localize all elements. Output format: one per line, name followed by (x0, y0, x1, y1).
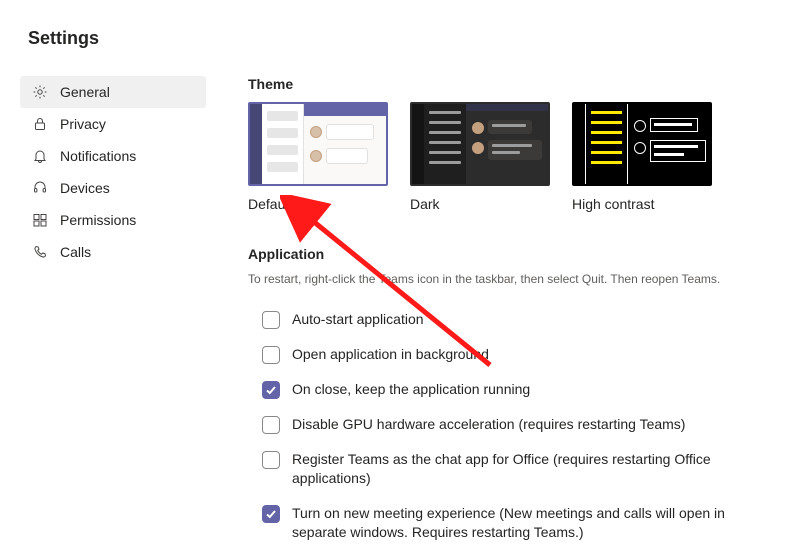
settings-content: Theme Default (218, 72, 790, 552)
headset-icon (32, 180, 48, 196)
app-option-label: On close, keep the application running (292, 380, 530, 399)
application-heading: Application (248, 246, 760, 262)
app-option-label: Open application in background (292, 345, 489, 364)
sidebar-item-label: Notifications (60, 148, 136, 164)
sidebar-item-label: Permissions (60, 212, 136, 228)
sidebar-item-privacy[interactable]: Privacy (20, 108, 206, 140)
app-option-checkbox[interactable] (262, 346, 280, 364)
application-hint: To restart, right-click the Teams icon i… (248, 272, 760, 286)
app-option-row: Turn on new meeting experience (New meet… (248, 496, 760, 550)
app-option-label: Auto-start application (292, 310, 424, 329)
bell-icon (32, 148, 48, 164)
page-title: Settings (28, 28, 99, 49)
app-option-checkbox[interactable] (262, 505, 280, 523)
app-option-row: Open application in background (248, 337, 760, 372)
app-option-label: Turn on new meeting experience (New meet… (292, 504, 732, 542)
theme-option-default[interactable]: Default (248, 102, 388, 212)
app-option-label: Disable GPU hardware acceleration (requi… (292, 415, 685, 434)
sidebar-item-permissions[interactable]: Permissions (20, 204, 206, 236)
app-option-row: Register Teams as the chat app for Offic… (248, 442, 760, 496)
close-button[interactable] (740, 22, 772, 54)
app-option-row: Auto-start application (248, 302, 760, 337)
theme-thumbnail-high-contrast (572, 102, 712, 186)
app-option-checkbox[interactable] (262, 416, 280, 434)
sidebar-item-devices[interactable]: Devices (20, 172, 206, 204)
theme-thumbnail-dark (410, 102, 550, 186)
sidebar-item-notifications[interactable]: Notifications (20, 140, 206, 172)
app-option-checkbox[interactable] (262, 311, 280, 329)
sidebar-item-label: Privacy (60, 116, 106, 132)
app-option-label: Register Teams as the chat app for Offic… (292, 450, 732, 488)
sidebar-item-calls[interactable]: Calls (20, 236, 206, 268)
theme-thumbnail-default (248, 102, 388, 186)
theme-label: Default (248, 196, 388, 212)
permissions-icon (32, 212, 48, 228)
theme-option-high-contrast[interactable]: High contrast (572, 102, 712, 212)
sidebar-item-general[interactable]: General (20, 76, 206, 108)
app-option-checkbox[interactable] (262, 451, 280, 469)
app-option-row: On close, keep the application running (248, 372, 760, 407)
theme-option-dark[interactable]: Dark (410, 102, 550, 212)
sidebar-item-label: General (60, 84, 110, 100)
lock-icon (32, 116, 48, 132)
app-option-row: Disable GPU hardware acceleration (requi… (248, 407, 760, 442)
sidebar-item-label: Devices (60, 180, 110, 196)
settings-sidebar: General Privacy Notifi (0, 72, 218, 552)
sidebar-item-label: Calls (60, 244, 91, 260)
phone-icon (32, 244, 48, 260)
theme-label: High contrast (572, 196, 712, 212)
theme-heading: Theme (248, 76, 760, 92)
gear-icon (32, 84, 48, 100)
theme-label: Dark (410, 196, 550, 212)
app-option-checkbox[interactable] (262, 381, 280, 399)
